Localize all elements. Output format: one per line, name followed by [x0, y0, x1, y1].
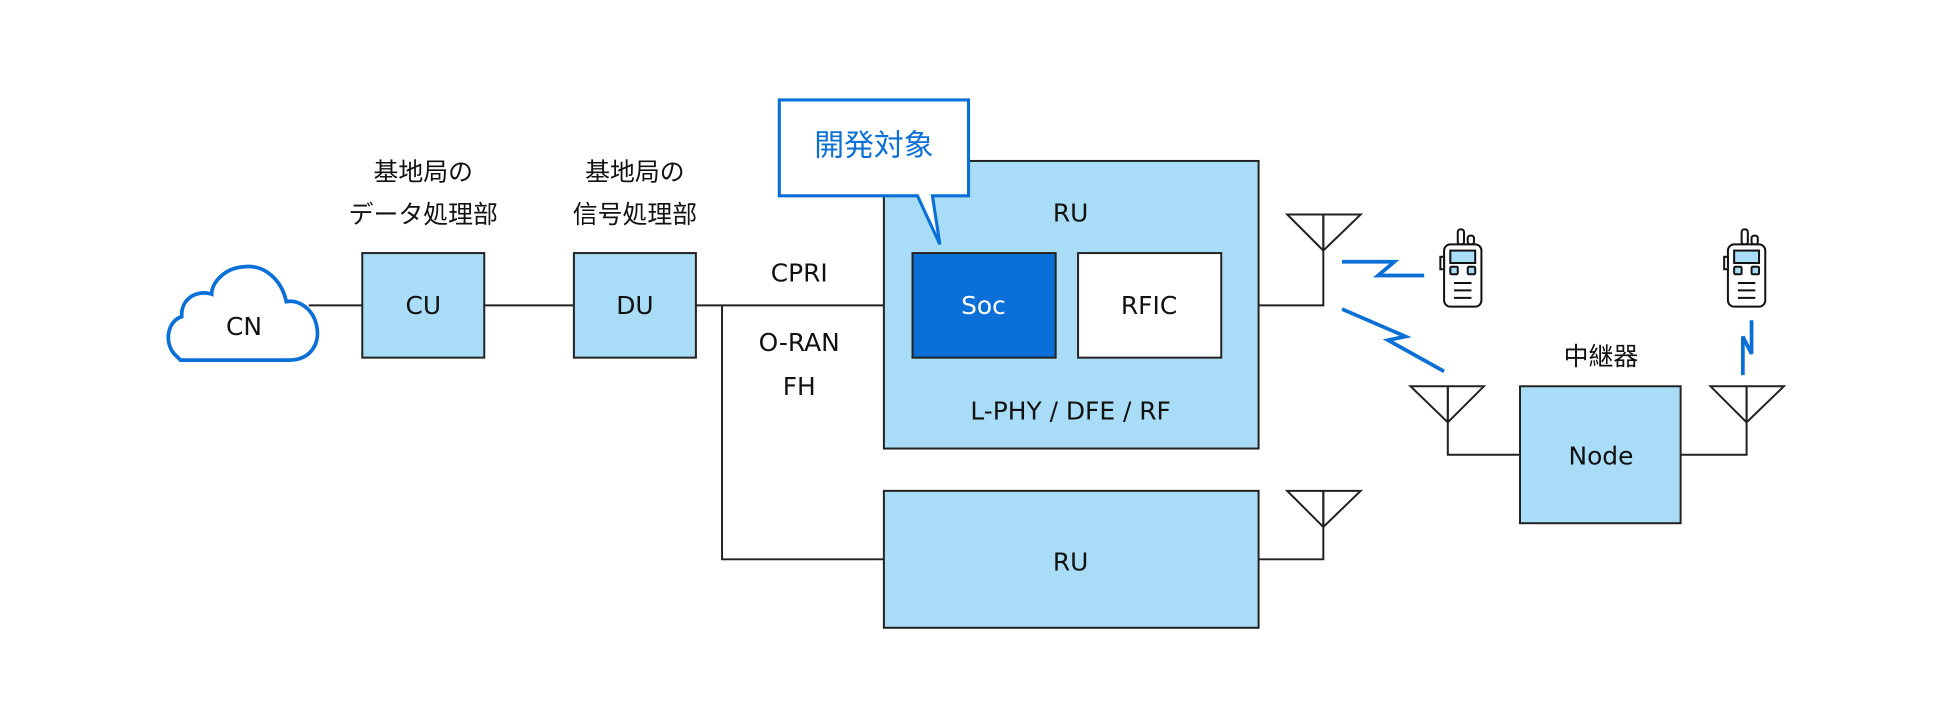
- du-label: DU: [616, 291, 653, 320]
- antenna-icon: [1284, 489, 1364, 529]
- node-label: Node: [1568, 441, 1633, 470]
- oran-label-1: O-RAN: [759, 328, 840, 357]
- cu-caption-1: 基地局の: [374, 158, 474, 187]
- network-diagram: CN 基地局の データ処理部 CU 基地局の 信号処理部 DU CPRI O-R…: [166, 98, 1787, 629]
- radio-handset-icon: [1723, 228, 1767, 308]
- relay-caption: 中継器: [1564, 342, 1639, 371]
- cu-label: CU: [405, 291, 441, 320]
- antenna-icon: [1284, 213, 1364, 252]
- cn-cloud: CN: [166, 264, 320, 363]
- ru2-label: RU: [1053, 547, 1089, 576]
- oran-label-2: FH: [783, 372, 816, 401]
- antenna-icon: [1408, 385, 1487, 424]
- callout-label: 開発対象: [814, 129, 933, 164]
- cn-label: CN: [226, 312, 262, 341]
- wireless-link-icon: [1740, 320, 1754, 376]
- ru1-footer: L-PHY / DFE / RF: [970, 397, 1170, 426]
- radio-handset-icon: [1439, 228, 1483, 308]
- du-caption-2: 信号処理部: [573, 200, 697, 229]
- wireless-link-icon: [1341, 307, 1445, 373]
- cpri-label: CPRI: [771, 258, 828, 287]
- cu-caption-2: データ処理部: [349, 200, 498, 229]
- rfic-label: RFIC: [1121, 291, 1177, 320]
- antenna-icon: [1708, 385, 1787, 424]
- du-caption-1: 基地局の: [585, 158, 684, 187]
- soc-label: Soc: [961, 291, 1006, 320]
- wireless-link-icon: [1342, 259, 1425, 278]
- ru1-label: RU: [1053, 199, 1089, 228]
